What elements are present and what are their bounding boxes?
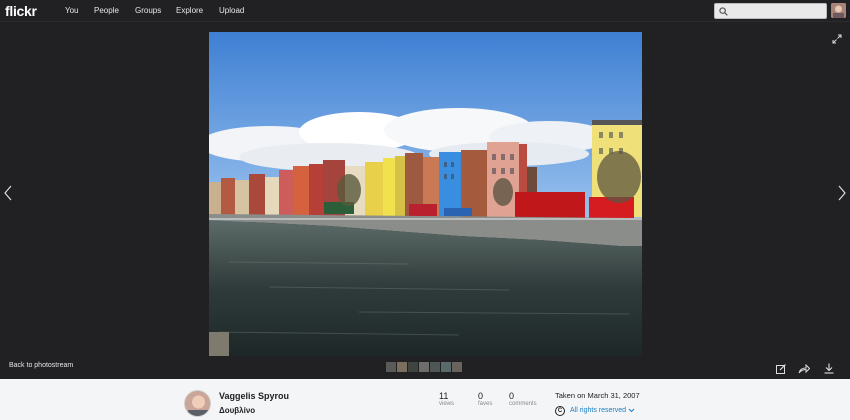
user-avatar[interactable]	[831, 3, 846, 18]
filmstrip-thumb[interactable]	[397, 362, 407, 372]
search-icon	[719, 7, 728, 16]
filmstrip-thumb[interactable]	[441, 362, 451, 372]
nav-you[interactable]: You	[65, 6, 79, 15]
filmstrip	[386, 362, 462, 372]
faves-label: faves	[478, 401, 493, 407]
search-input[interactable]	[714, 3, 827, 19]
filmstrip-thumb[interactable]	[430, 362, 440, 372]
prev-chevron-icon[interactable]	[4, 185, 12, 204]
top-navigation-bar: flickr You People Groups Explore Upload	[0, 0, 850, 22]
comments-count: 0	[509, 391, 515, 401]
next-chevron-icon[interactable]	[838, 185, 846, 204]
views-label: views	[439, 401, 455, 407]
comments-stat: 0 comments	[509, 391, 537, 407]
chevron-down-icon	[628, 408, 635, 413]
edit-icon[interactable]	[776, 361, 786, 379]
owner-avatar[interactable]	[184, 390, 211, 417]
download-icon[interactable]	[824, 361, 834, 379]
photo-info-bar: Vaggelis Spyrou Δουβλίνο 11 views 0 fave…	[0, 379, 850, 420]
filmstrip-thumb[interactable]	[408, 362, 418, 372]
copyright-icon: C	[555, 405, 565, 416]
comments-label: comments	[509, 401, 537, 407]
nav-groups[interactable]: Groups	[135, 6, 161, 15]
back-to-photostream-link[interactable]: Back to photostream	[9, 362, 73, 369]
nav-people[interactable]: People	[94, 6, 119, 15]
photo-viewer: Back to photostream	[0, 23, 850, 379]
photo-title: Δουβλίνο	[219, 406, 256, 415]
expand-icon[interactable]	[832, 31, 842, 49]
license-dropdown[interactable]: C All rights reserved	[555, 405, 635, 416]
main-photo[interactable]	[209, 32, 642, 356]
filmstrip-thumb[interactable]	[452, 362, 462, 372]
license-label: All rights reserved	[570, 407, 627, 414]
filmstrip-thumb[interactable]	[386, 362, 396, 372]
flickr-logo[interactable]: flickr	[5, 3, 37, 19]
faves-stat: 0 faves	[478, 391, 492, 407]
nav-explore[interactable]: Explore	[176, 6, 203, 15]
views-count: 11	[439, 391, 449, 401]
share-icon[interactable]	[798, 361, 811, 379]
owner-name-link[interactable]: Vaggelis Spyrou	[219, 391, 289, 401]
filmstrip-thumb[interactable]	[419, 362, 429, 372]
taken-date: Taken on March 31, 2007	[555, 391, 640, 400]
faves-count: 0	[478, 391, 484, 401]
nav-upload[interactable]: Upload	[219, 6, 244, 15]
views-stat: 11 views	[439, 391, 454, 407]
